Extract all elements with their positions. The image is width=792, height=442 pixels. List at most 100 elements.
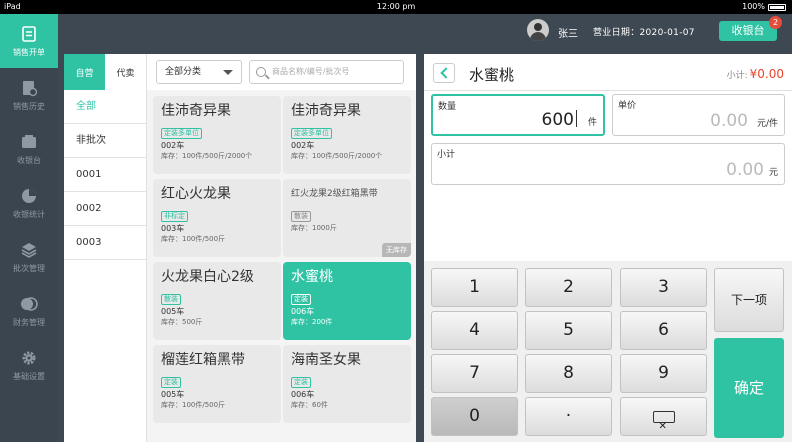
key-3[interactable]: 3 [620, 268, 707, 307]
product-stock: 库存：100件/500斤/2000个 [161, 152, 253, 160]
product-name: 水蜜桃 [291, 269, 333, 285]
product-card[interactable]: 榴莲红箱黑带 定装 005车 库存：100件/500斤 [153, 345, 281, 423]
battery-percent: 100% [742, 2, 765, 11]
product-name: 榴莲红箱黑带 [161, 352, 245, 368]
key-decimal[interactable]: · [525, 397, 612, 436]
filter-bar: 全部分类 商品名称/编号/批次号 [147, 54, 416, 90]
clock: 12:00 pm [376, 2, 416, 11]
product-name: 红火龙果2级红箱黑带 [291, 189, 378, 199]
product-tag: 定装多单位 [161, 128, 202, 139]
back-button[interactable] [433, 63, 455, 83]
sidebar-item-history[interactable]: 销售历史 [0, 68, 58, 122]
unit-price-value: 0.00 [710, 111, 748, 131]
product-card[interactable]: 火龙果白心2级 散装 005车 库存：500斤 [153, 262, 281, 340]
product-code: 006车 [291, 307, 315, 316]
divider [424, 90, 792, 91]
key-7[interactable]: 7 [431, 354, 518, 393]
search-input[interactable]: 商品名称/编号/批次号 [249, 60, 404, 84]
product-name: 红心火龙果 [161, 186, 231, 202]
sidebar-item-cashier[interactable]: 收银台 [0, 122, 58, 176]
cashier-icon [20, 133, 38, 151]
key-0[interactable]: 0 [431, 397, 518, 436]
sidebar-item-stats[interactable]: 收银统计 [0, 176, 58, 230]
sidebar-item-label: 批次管理 [13, 263, 45, 273]
batch-item-non-batch[interactable]: 非批次 [64, 124, 146, 158]
key-5[interactable]: 5 [525, 311, 612, 350]
batch-list: 全部 非批次 0001 0002 0003 [64, 90, 146, 260]
source-tabs: 自营 代卖 [64, 54, 146, 90]
batch-item-0002[interactable]: 0002 [64, 192, 146, 226]
key-2[interactable]: 2 [525, 268, 612, 307]
product-card[interactable]: 红火龙果2级红箱黑带 散装 库存：1000斤 无库存 [283, 179, 411, 257]
avatar[interactable] [527, 19, 549, 41]
status-bar: iPad 12:00 pm 100% [0, 0, 792, 14]
product-card[interactable]: 佳沛奇异果 定装多单位 002车 库存：100件/500斤/2000个 [153, 96, 281, 174]
product-code: 002车 [291, 141, 315, 150]
product-tag: 定装多单位 [291, 128, 332, 139]
category-select[interactable]: 全部分类 [156, 60, 242, 84]
username: 张三 [558, 29, 578, 40]
sidebar-item-label: 销售历史 [13, 101, 45, 111]
product-stock: 库存：100件/500斤/2000个 [291, 152, 383, 160]
product-card-selected[interactable]: 水蜜桃 定装 006车 库存：200件 [283, 262, 411, 340]
sidebar-item-batch[interactable]: 批次管理 [0, 230, 58, 284]
product-tag: 定装 [291, 377, 311, 388]
history-icon [20, 79, 38, 97]
key-1[interactable]: 1 [431, 268, 518, 307]
product-tag: 非标定 [161, 211, 188, 222]
unit-price-field[interactable]: 单价 0.00 元/件 [612, 94, 785, 136]
tab-self-operated[interactable]: 自营 [64, 54, 105, 90]
subtotal-field[interactable]: 小计 0.00 元 [431, 143, 785, 185]
notification-badge: 2 [769, 16, 782, 29]
subtotal-summary: 小计: ¥0.00 [727, 67, 784, 81]
product-name: 佳沛奇异果 [291, 103, 361, 119]
unit-price-label: 单价 [618, 101, 637, 111]
sidebar-item-settings[interactable]: 基础设置 [0, 338, 58, 392]
batch-item-0001[interactable]: 0001 [64, 158, 146, 192]
confirm-button[interactable]: 确定 [714, 338, 784, 438]
key-9[interactable]: 9 [620, 354, 707, 393]
text-cursor [576, 110, 577, 127]
search-placeholder: 商品名称/编号/批次号 [272, 67, 350, 76]
sidebar-item-finance[interactable]: 财务管理 [0, 284, 58, 338]
product-card[interactable]: 红心火龙果 非标定 003车 库存：100件/500斤 [153, 179, 281, 257]
sidebar: 销售开单 销售历史 收银台 收银统计 批次管理 财务管理 基础设置 [0, 14, 58, 442]
subtotal-value: ¥0.00 [749, 67, 784, 81]
sidebar-item-label: 财务管理 [13, 317, 45, 327]
tab-consignment[interactable]: 代卖 [105, 54, 146, 90]
product-name: 海南圣女果 [291, 352, 361, 368]
product-code: 005车 [161, 390, 185, 399]
sidebar-item-label: 收银台 [17, 155, 41, 165]
subtotal-field-value: 0.00 [726, 160, 764, 180]
product-title: 水蜜桃 [469, 66, 515, 84]
product-stock: 库存：200件 [291, 318, 333, 326]
batch-item-0003[interactable]: 0003 [64, 226, 146, 260]
sidebar-item-label: 基础设置 [13, 371, 45, 381]
product-tag: 定装 [291, 294, 311, 305]
subtotal-field-unit: 元 [768, 168, 778, 178]
sales-order-icon [20, 25, 38, 43]
product-stock: 库存：60件 [291, 401, 328, 409]
product-name: 火龙果白心2级 [161, 269, 254, 285]
layers-icon [20, 241, 38, 259]
backspace-button[interactable] [620, 397, 707, 442]
sidebar-item-sales-order[interactable]: 销售开单 [0, 14, 58, 68]
quantity-field[interactable]: 数量 600 件 [431, 94, 605, 136]
product-stock: 库存：1000斤 [291, 224, 337, 232]
key-4[interactable]: 4 [431, 311, 518, 350]
product-card[interactable]: 海南圣女果 定装 006车 库存：60件 [283, 345, 411, 423]
key-6[interactable]: 6 [620, 311, 707, 350]
sidebar-item-label: 销售开单 [13, 47, 45, 57]
key-8[interactable]: 8 [525, 354, 612, 393]
finance-icon [20, 295, 38, 313]
product-stock: 库存：500斤 [161, 318, 203, 326]
batch-item-all[interactable]: 全部 [64, 90, 146, 124]
chevron-down-icon [223, 70, 233, 75]
search-icon [256, 67, 266, 77]
next-item-button[interactable]: 下一项 [714, 268, 784, 332]
product-tag: 散装 [291, 211, 311, 222]
item-detail-panel: 水蜜桃 小计: ¥0.00 数量 600 件 单价 0.00 元/件 小计 0.0… [424, 54, 792, 442]
product-code: 002车 [161, 141, 185, 150]
top-header: 张三 营业日期：2020-01-07 收银台 2 [58, 14, 792, 48]
product-card[interactable]: 佳沛奇异果 定装多单位 002车 库存：100件/500斤/2000个 [283, 96, 411, 174]
